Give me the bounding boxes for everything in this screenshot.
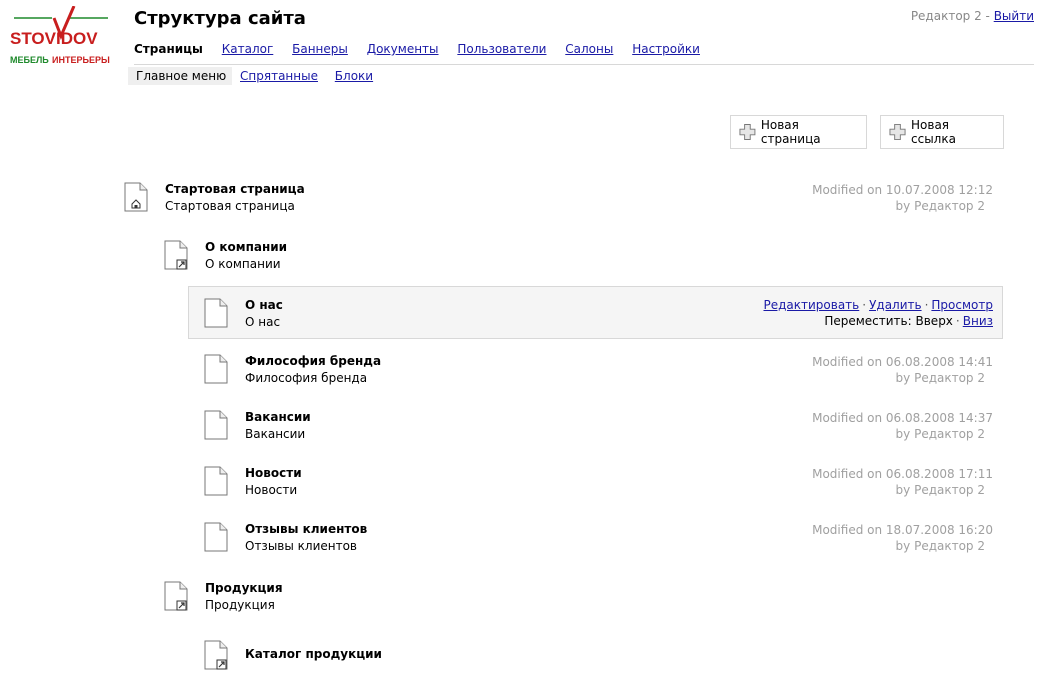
- tree-item-vacancies[interactable]: Вакансии Вакансии Modified on 06.08.2008…: [204, 408, 993, 448]
- plus-icon: [739, 124, 756, 140]
- modified-date: Modified on 06.08.2008 14:41: [812, 355, 993, 369]
- sub-nav: Главное меню Спрятанные Блоки: [128, 67, 386, 85]
- tree-item-title[interactable]: О компании: [205, 240, 287, 254]
- modified-by: by Редактор 2: [895, 199, 985, 213]
- view-link[interactable]: Просмотр: [931, 298, 993, 312]
- tree-item-title[interactable]: Каталог продукции: [245, 647, 382, 661]
- modified-info: Modified on 06.08.2008 14:37 by Редактор…: [812, 410, 993, 442]
- user-separator: -: [981, 9, 994, 23]
- modified-info: Modified on 18.07.2008 16:20 by Редактор…: [812, 522, 993, 554]
- brand-logo[interactable]: STOVIDOV МЕБЕЛЬ ИНТЕРЬЕРЫ: [8, 5, 112, 68]
- nav-item-banners[interactable]: Баннеры: [292, 42, 348, 56]
- tree-item-title[interactable]: Философия бренда: [245, 354, 381, 368]
- nav-item-settings[interactable]: Настройки: [632, 42, 700, 56]
- tree-item-subtitle: Стартовая страница: [165, 199, 295, 213]
- tree-item-title[interactable]: Отзывы клиентов: [245, 522, 367, 536]
- tree-item-subtitle: Отзывы клиентов: [245, 539, 358, 553]
- tree-item-title[interactable]: Стартовая страница: [165, 182, 305, 196]
- logo-tagline-right: ИНТЕРЬЕРЫ: [52, 55, 110, 65]
- nav-item-pages[interactable]: Страницы: [134, 42, 203, 56]
- modified-date: Modified on 18.07.2008 16:20: [812, 523, 993, 537]
- tree-item-subtitle: Продукция: [205, 598, 275, 612]
- modified-by: by Редактор 2: [895, 427, 985, 441]
- edit-link[interactable]: Редактировать: [763, 298, 859, 312]
- link-page-icon: [164, 240, 188, 270]
- tree-item-title[interactable]: Продукция: [205, 581, 283, 595]
- move-up: Вверх: [915, 314, 953, 328]
- tree-item-product-catalog[interactable]: Каталог продукции: [204, 638, 993, 678]
- page-icon: [204, 410, 228, 440]
- modified-date: Modified on 10.07.2008 12:12: [812, 183, 993, 197]
- tree-item-brand-philosophy[interactable]: Философия бренда Философия бренда Modifi…: [204, 352, 993, 392]
- user-box: Редактор 2 - Выйти: [911, 9, 1034, 23]
- nav-item-users[interactable]: Пользователи: [457, 42, 546, 56]
- nav-item-catalog[interactable]: Каталог: [222, 42, 274, 56]
- tree-item-about-company[interactable]: О компании О компании: [164, 238, 993, 278]
- plus-icon: [889, 123, 906, 141]
- new-link-button[interactable]: Новая ссылка: [880, 115, 1004, 149]
- modified-info: Modified on 06.08.2008 14:41 by Редактор…: [812, 354, 993, 386]
- tree-item-subtitle: О компании: [205, 257, 281, 271]
- new-link-label: Новая ссылка: [911, 118, 956, 146]
- modified-by: by Редактор 2: [895, 483, 985, 497]
- tree-item-news[interactable]: Новости Новости Modified on 06.08.2008 1…: [204, 464, 993, 504]
- subnav-item-hidden[interactable]: Спрятанные: [240, 69, 318, 83]
- tree-item-title[interactable]: Вакансии: [245, 410, 311, 424]
- modified-info: Modified on 06.08.2008 17:11 by Редактор…: [812, 466, 993, 498]
- nav-item-documents[interactable]: Документы: [367, 42, 439, 56]
- tree-item-subtitle: Философия бренда: [245, 371, 368, 385]
- modified-info: Modified on 10.07.2008 12:12 by Редактор…: [812, 182, 993, 214]
- new-page-label: Новая страница: [760, 118, 821, 146]
- action-separator: ·: [924, 298, 929, 312]
- action-separator: ·: [862, 298, 867, 312]
- subnav-item-main-menu[interactable]: Главное меню: [128, 67, 233, 85]
- link-page-icon: [164, 581, 188, 611]
- page-title: Структура сайта: [134, 8, 306, 29]
- tree-item-products[interactable]: Продукция Продукция: [164, 579, 993, 619]
- page-icon: [204, 466, 228, 496]
- tree-item-reviews[interactable]: Отзывы клиентов Отзывы клиентов Modified…: [204, 520, 993, 560]
- main-nav: Страницы Каталог Баннеры Документы Польз…: [134, 42, 1034, 65]
- modified-date: Modified on 06.08.2008 17:11: [812, 467, 993, 481]
- logout-link[interactable]: Выйти: [994, 9, 1034, 23]
- page-icon: [204, 298, 228, 328]
- delete-link[interactable]: Удалить: [869, 298, 922, 312]
- page-icon: [204, 522, 228, 552]
- logo-tagline-left: МЕБЕЛЬ: [10, 55, 49, 65]
- move-down-link[interactable]: Вниз: [963, 314, 993, 328]
- move-label: Переместить:: [824, 314, 912, 328]
- row-actions: Редактировать · Удалить · Просмотр Перемести…: [763, 297, 993, 329]
- modified-by: by Редактор 2: [895, 371, 985, 385]
- tree-item-subtitle: Новости: [245, 483, 298, 497]
- modified-by: by Редактор 2: [895, 539, 985, 553]
- tree-item-subtitle: Вакансии: [245, 427, 306, 441]
- tree-item-title[interactable]: Новости: [245, 466, 302, 480]
- tree-item-subtitle: О нас: [245, 315, 281, 329]
- current-user: Редактор 2: [910, 9, 982, 23]
- link-page-icon: [204, 640, 228, 670]
- tree-item-start-page[interactable]: Стартовая страница Стартовая страница Mo…: [124, 180, 993, 220]
- action-separator: ·: [955, 314, 960, 328]
- logo-wordmark: STOVIDOV: [10, 29, 98, 48]
- tree-item-title[interactable]: О нас: [245, 298, 283, 312]
- nav-item-salons[interactable]: Салоны: [565, 42, 613, 56]
- subnav-item-blocks[interactable]: Блоки: [335, 69, 373, 83]
- new-page-button[interactable]: Новая страница: [730, 115, 867, 149]
- page-icon: [204, 354, 228, 384]
- modified-date: Modified on 06.08.2008 14:37: [812, 411, 993, 425]
- home-page-icon: [124, 182, 148, 212]
